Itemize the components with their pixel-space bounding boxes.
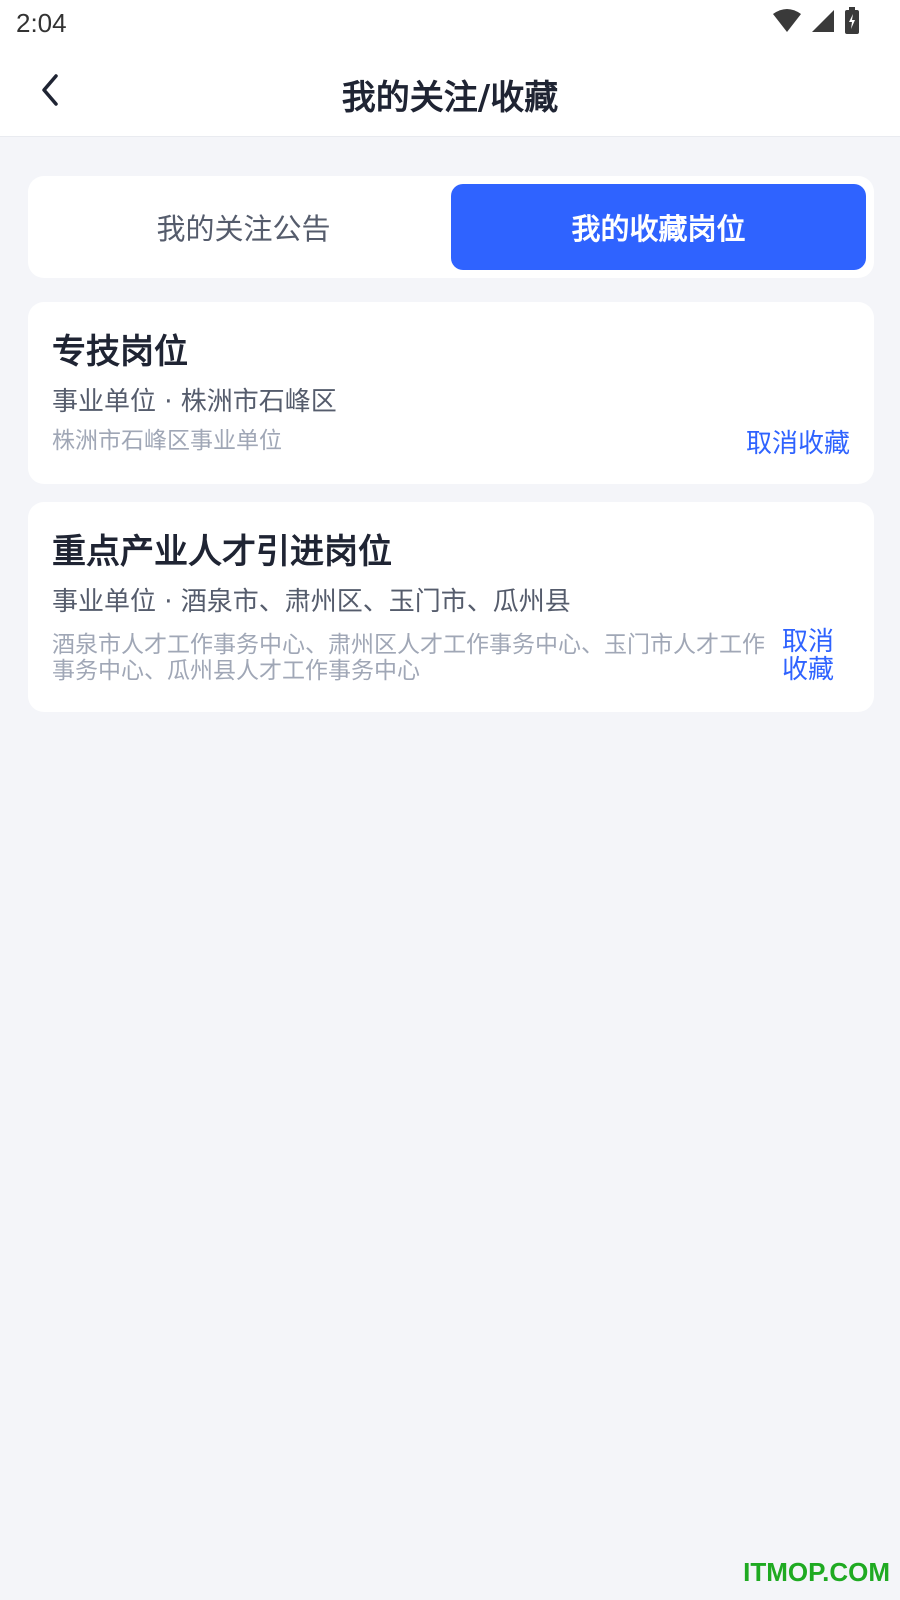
tab-favorite-positions[interactable]: 我的收藏岗位 — [451, 184, 866, 270]
page-title: 我的关注/收藏 — [341, 78, 559, 118]
unfavorite-button[interactable]: 取消收藏 — [746, 428, 850, 460]
position-title: 重点产业人才引进岗位 — [52, 532, 392, 572]
battery-charging-icon — [844, 7, 860, 39]
favorite-position-card[interactable]: 重点产业人才引进岗位 事业单位 · 酒泉市、肃州区、玉门市、瓜州县 酒泉市人才工… — [28, 502, 874, 712]
position-title: 专技岗位 — [52, 332, 188, 372]
tab-followed-announcements[interactable]: 我的关注公告 — [36, 184, 451, 270]
cell-signal-icon — [810, 8, 836, 38]
status-bar: 2:04 — [0, 0, 900, 48]
status-icons — [772, 7, 860, 39]
position-meta: 事业单位 · 酒泉市、肃州区、玉门市、瓜州县 — [52, 587, 571, 617]
favorite-position-card[interactable]: 专技岗位 事业单位 · 株洲市石峰区 株洲市石峰区事业单位 取消收藏 — [28, 302, 874, 484]
position-meta: 事业单位 · 株洲市石峰区 — [52, 387, 337, 417]
card-bottom-row: 酒泉市人才工作事务中心、肃州区人才工作事务中心、玉门市人才工作事务中心、瓜州县人… — [52, 628, 850, 684]
position-organization: 酒泉市人才工作事务中心、肃州区人才工作事务中心、玉门市人才工作事务中心、瓜州县人… — [52, 632, 765, 684]
tab-bar: 我的关注公告 我的收藏岗位 — [28, 176, 874, 278]
position-organization: 株洲市石峰区事业单位 — [52, 428, 282, 454]
status-time: 2:04 — [16, 8, 67, 38]
app-header: 我的关注/收藏 — [0, 48, 900, 136]
wifi-icon — [772, 8, 802, 38]
unfavorite-button[interactable]: 取消收藏 — [782, 628, 838, 684]
card-bottom-row: 株洲市石峰区事业单位 取消收藏 — [52, 428, 850, 460]
watermark: ITMOP.COM — [743, 1557, 890, 1587]
